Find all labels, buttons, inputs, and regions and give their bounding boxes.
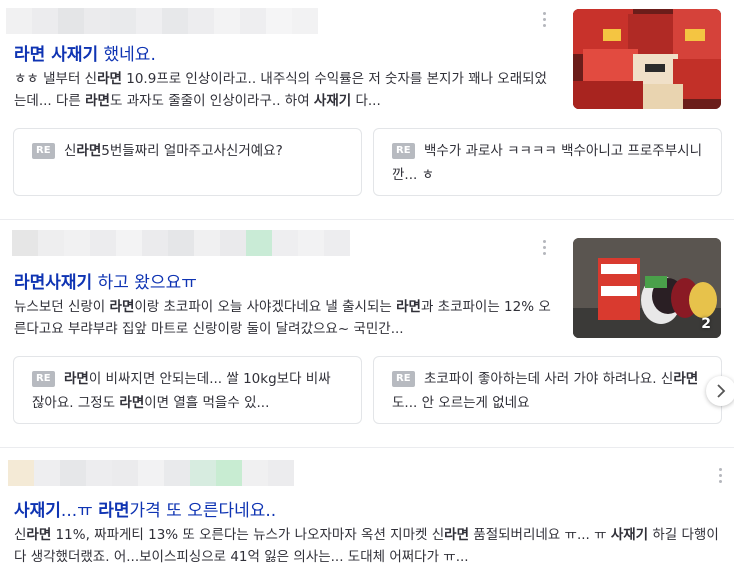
chevron-right-icon xyxy=(717,384,726,398)
reply-text: 라면이 비싸지면 안되는데... 쌀 10kg보다 비싸잖아요. 그정도 라면이… xyxy=(32,371,331,411)
post-title[interactable]: 사재기...ㅠ 라면가격 또 오른다네요.. xyxy=(14,496,276,521)
ramen-bags-image xyxy=(573,9,721,109)
blurred-author-info xyxy=(12,230,350,256)
post-title[interactable]: 라면 사재기 했네요. xyxy=(14,40,156,65)
reply-text: 신라면5번들짜리 얼마주고사신거예요? xyxy=(64,143,283,159)
next-replies-button[interactable] xyxy=(706,376,734,406)
post-card-3: 사재기...ㅠ 라면가격 또 오른다네요.. 신라면 11%, 짜파게티 13%… xyxy=(0,448,734,582)
post-snippet: 신라면 11%, 짜파게티 13% 또 오른다는 뉴스가 나오자마자 옥션 지마… xyxy=(14,527,719,565)
ramen-and-snacks-image xyxy=(573,238,721,338)
blurred-author-info xyxy=(8,460,294,486)
post-snippet: 뉴스보던 신랑이 라면이랑 초코파이 오늘 사야겠다네요 낼 출시되는 라면과 … xyxy=(14,299,551,337)
image-count: 2 xyxy=(701,316,711,332)
reply-card-2[interactable]: RE 백수가 과로사 ㅋㅋㅋㅋ 백수아니고 프로주부시니깐... ㅎ xyxy=(373,128,722,196)
reply-card-2[interactable]: RE 초코파이 좋아하는데 사러 가야 하려나요. 신라면도... 안 오르는게… xyxy=(373,356,722,424)
reply-card-1[interactable]: RE 신라면5번들짜리 얼마주고사신거예요? xyxy=(13,128,362,196)
post-card-2: 라면사재기 하고 왔으요ㅠ 뉴스보던 신랑이 라면이랑 초코파이 오늘 사야겠다… xyxy=(0,220,734,446)
post-title[interactable]: 라면사재기 하고 왔으요ㅠ xyxy=(14,268,197,293)
post-snippet: ㅎㅎ 낼부터 신라면 10.9프로 인상이라고.. 내주식의 수익률은 저 숫자… xyxy=(14,71,547,109)
post-thumbnail[interactable] xyxy=(573,9,721,109)
more-options-icon[interactable] xyxy=(538,240,550,258)
more-options-icon[interactable] xyxy=(538,12,550,30)
more-options-icon[interactable] xyxy=(714,468,726,486)
reply-card-1[interactable]: RE 라면이 비싸지면 안되는데... 쌀 10kg보다 비싸잖아요. 그정도 … xyxy=(13,356,362,424)
blurred-author-info xyxy=(6,8,318,34)
reply-text: 백수가 과로사 ㅋㅋㅋㅋ 백수아니고 프로주부시니깐... ㅎ xyxy=(392,143,702,183)
post-thumbnail[interactable]: 2 xyxy=(573,238,721,338)
reply-text: 초코파이 좋아하는데 사러 가야 하려나요. 신라면도... 안 오르는게 없네… xyxy=(392,371,699,411)
post-card-1: 라면 사재기 했네요. ㅎㅎ 낼부터 신라면 10.9프로 인상이라고.. 내주… xyxy=(0,0,734,218)
